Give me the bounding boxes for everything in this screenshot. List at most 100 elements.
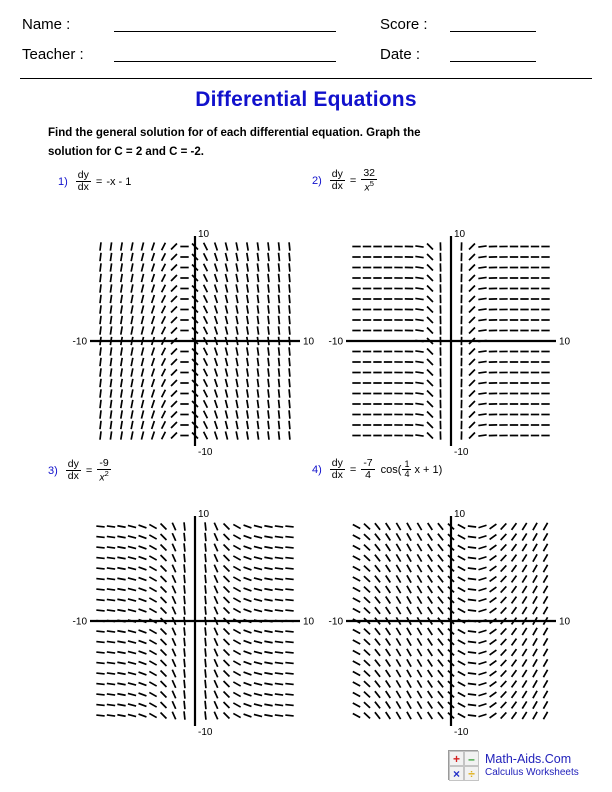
slope-tick [106,556,116,560]
slope-tick [213,637,219,647]
slope-tick [117,545,126,550]
slope-tick [478,413,487,416]
slope-tick [150,399,156,409]
slope-tick [106,630,116,633]
slope-tick [109,284,113,293]
slope-tick [363,680,371,688]
slope-tick [127,577,137,581]
slope-tick [288,431,291,440]
slope-tick [213,532,219,542]
slope-tick [457,534,466,540]
slope-tick [468,421,476,429]
slope-tick [285,567,294,570]
slope-tick [256,347,260,356]
slope-tick [384,522,392,531]
slope-tick [416,553,423,563]
slope-tick [467,651,477,654]
footer-logo[interactable]: + – × ÷ Math-Aids.Com Calculus Worksheet… [448,750,579,781]
slope-tick [159,606,168,615]
slope-tick [489,586,497,593]
problem-3-equals: = [85,464,93,477]
slope-tick [457,649,466,656]
slope-tick [500,627,507,636]
slope-tick [109,389,113,398]
slope-tick [253,524,263,529]
slope-tick [183,648,186,657]
slope-tick [150,315,156,325]
slope-tick [150,284,156,293]
slope-tick [457,586,466,593]
slope-tick [106,588,116,591]
slope-tick [406,585,412,594]
slope-tick [437,606,444,615]
slope-tick [521,700,528,710]
slope-tick [253,587,263,592]
slope-tick [542,522,549,531]
slope-tick [542,669,549,678]
slope-tick [467,661,477,665]
slope-tick [159,690,168,699]
slope-tick [171,700,177,710]
slope-tick [138,555,147,561]
slope-tick [130,399,134,409]
slope-tick [119,420,124,430]
slope-tick [510,627,518,636]
slope-tick [267,326,270,335]
slope-tick [437,533,444,541]
slope-tick [395,648,402,657]
slope-tick [140,420,145,430]
slope-tick [274,640,284,644]
slope-tick [500,554,507,562]
slope-tick [204,553,207,563]
slope-tick [264,703,273,707]
slope-tick [159,543,168,552]
slope-tick [253,629,263,634]
slope-tick [274,703,284,707]
slope-tick [457,597,466,603]
slope-tick [243,650,252,655]
slope-tick [202,368,209,377]
slope-tick [96,567,105,570]
slope-tick [213,658,219,668]
slope-tick [235,420,239,430]
slope-tick [363,606,371,615]
slope-tick [106,525,116,528]
slope-tick [183,595,186,605]
slope-tick [150,357,156,367]
slope-tick [532,711,538,720]
slope-tick [204,711,207,720]
slope-tick [426,648,434,657]
slope-tick [96,609,105,612]
slope-tick [416,574,423,584]
slope-tick [277,420,281,430]
slope-tick [150,263,156,272]
slope-tick [468,431,476,440]
date-input-line[interactable] [450,46,536,62]
slope-tick [478,402,487,406]
slope-tick [285,672,294,675]
slope-tick [352,607,361,614]
slope-tick [213,389,219,398]
slope-tick [374,680,381,688]
slope-tick [542,637,549,647]
slope-tick [159,585,168,594]
slope-tick [127,566,137,571]
slope-tick [130,357,134,367]
name-input-line[interactable] [114,16,336,32]
slope-tick [202,252,209,262]
teacher-input-line[interactable] [114,46,336,62]
slope-tick [426,690,434,699]
slope-tick [256,252,260,262]
slope-tick [204,543,207,552]
slope-tick [256,263,260,272]
slope-tick [213,431,219,440]
slope-tick [489,554,497,562]
slope-tick [109,378,113,388]
slope-tick [232,628,242,635]
slope-tick [416,585,423,594]
slope-tick [140,368,145,377]
score-input-line[interactable] [450,16,536,32]
slope-tick [127,598,137,602]
slope-tick [489,659,497,667]
slope-tick [426,711,434,720]
